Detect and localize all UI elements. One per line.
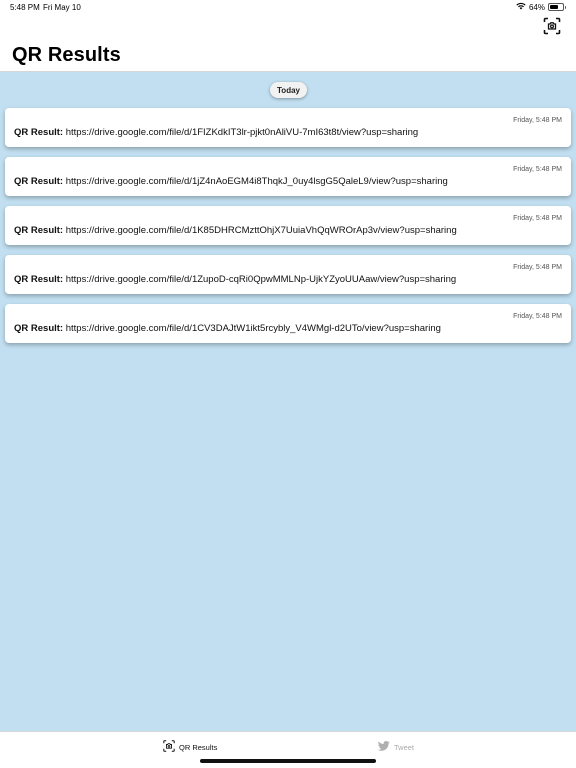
results-content[interactable]: Today Friday, 5:48 PM QR Result: https:/… bbox=[0, 72, 576, 731]
tab-qr-results[interactable]: QR Results bbox=[163, 740, 217, 754]
result-text: QR Result: https://drive.google.com/file… bbox=[14, 127, 563, 138]
result-time: Friday, 5:48 PM bbox=[513, 215, 562, 222]
date-section-pill: Today bbox=[270, 82, 307, 98]
home-indicator bbox=[200, 759, 376, 763]
status-time: 5:48 PM bbox=[10, 3, 40, 12]
battery-percent: 64% bbox=[528, 2, 545, 12]
twitter-bird-icon bbox=[377, 741, 390, 753]
result-url[interactable]: https://drive.google.com/file/d/1FIZKdkI… bbox=[66, 127, 418, 138]
result-url[interactable]: https://drive.google.com/file/d/1CV3DAJt… bbox=[66, 323, 441, 334]
result-url[interactable]: https://drive.google.com/file/d/1jZ4nAoE… bbox=[66, 176, 448, 187]
result-card[interactable]: Friday, 5:48 PM QR Result: https://drive… bbox=[5, 304, 571, 343]
result-card[interactable]: Friday, 5:48 PM QR Result: https://drive… bbox=[5, 255, 571, 294]
scan-qr-button[interactable] bbox=[542, 17, 562, 40]
result-card[interactable]: Friday, 5:48 PM QR Result: https://drive… bbox=[5, 108, 571, 147]
tab-bar: QR Results Tweet bbox=[0, 731, 576, 768]
nav-header: QR Results bbox=[0, 16, 576, 72]
app-screen: 5:48 PM Fri May 10 64% QR Results Today … bbox=[0, 0, 576, 768]
result-time: Friday, 5:48 PM bbox=[513, 313, 562, 320]
result-text: QR Result: https://drive.google.com/file… bbox=[14, 176, 563, 187]
tab-tweet[interactable]: Tweet bbox=[377, 740, 415, 754]
result-card[interactable]: Friday, 5:48 PM QR Result: https://drive… bbox=[5, 157, 571, 196]
result-card[interactable]: Friday, 5:48 PM QR Result: https://drive… bbox=[5, 206, 571, 245]
status-date: Fri May 10 bbox=[43, 3, 81, 12]
result-label: QR Result: bbox=[14, 274, 64, 285]
wifi-icon bbox=[516, 2, 526, 12]
result-label: QR Result: bbox=[14, 323, 64, 334]
result-text: QR Result: https://drive.google.com/file… bbox=[14, 274, 563, 285]
result-time: Friday, 5:48 PM bbox=[513, 264, 562, 271]
battery-icon bbox=[548, 3, 566, 11]
page-title: QR Results bbox=[12, 44, 121, 66]
tab-tweet-label: Tweet bbox=[394, 742, 415, 752]
scan-qr-icon bbox=[543, 17, 561, 40]
qr-results-icon bbox=[163, 740, 175, 754]
status-right-group: 64% bbox=[516, 2, 566, 12]
result-text: QR Result: https://drive.google.com/file… bbox=[14, 225, 563, 236]
result-url[interactable]: https://drive.google.com/file/d/1ZupoD-c… bbox=[66, 274, 456, 285]
result-label: QR Result: bbox=[14, 127, 64, 138]
result-url[interactable]: https://drive.google.com/file/d/1K85DHRC… bbox=[66, 225, 457, 236]
result-time: Friday, 5:48 PM bbox=[513, 117, 562, 124]
result-label: QR Result: bbox=[14, 176, 64, 187]
result-label: QR Result: bbox=[14, 225, 64, 236]
result-time: Friday, 5:48 PM bbox=[513, 166, 562, 173]
status-bar: 5:48 PM Fri May 10 64% bbox=[0, 0, 576, 16]
tab-qr-results-label: QR Results bbox=[179, 742, 218, 752]
result-list: Friday, 5:48 PM QR Result: https://drive… bbox=[5, 108, 571, 353]
result-text: QR Result: https://drive.google.com/file… bbox=[14, 323, 563, 334]
